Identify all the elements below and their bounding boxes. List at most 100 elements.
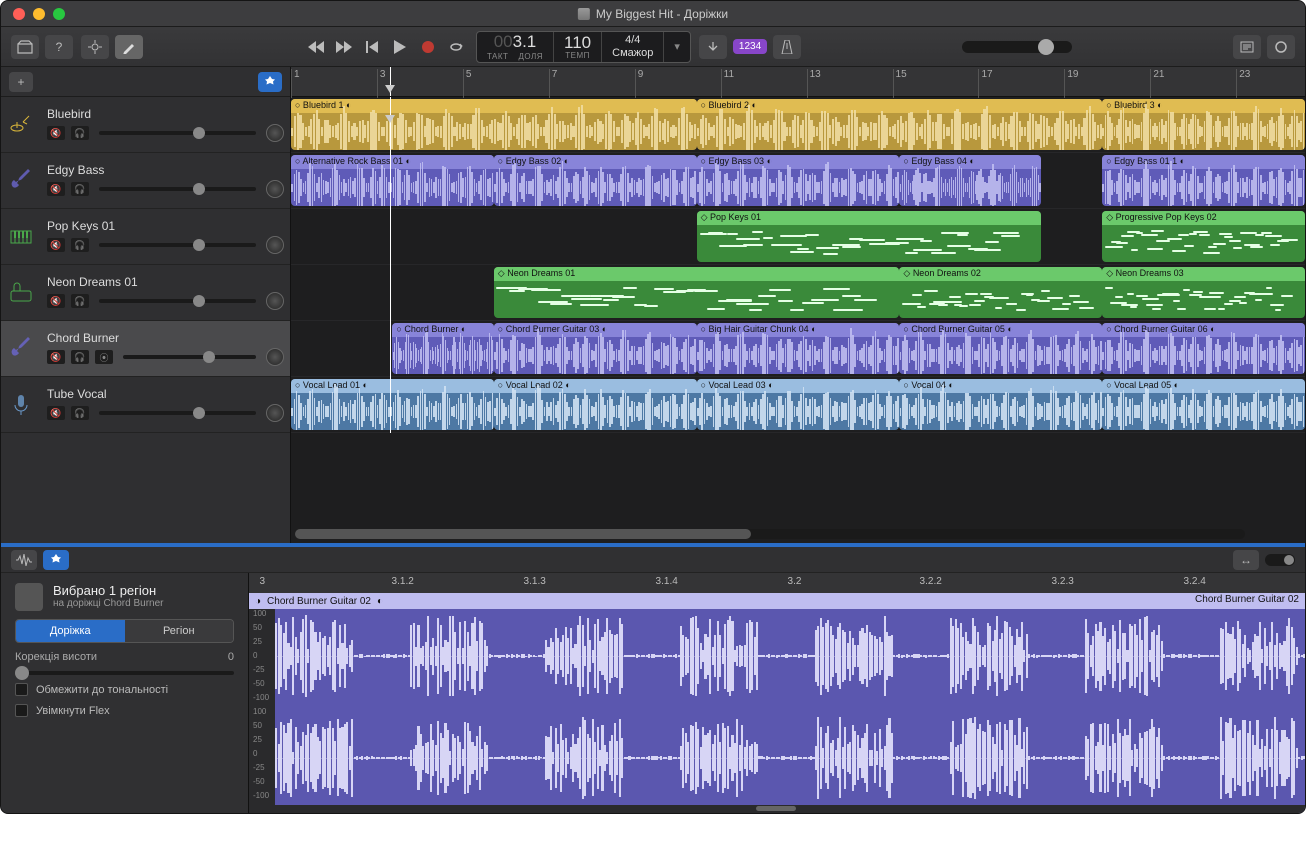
rewind-button[interactable]	[304, 35, 328, 59]
region[interactable]: ○ Big Hair Guitar Chunk 04 ◐	[697, 323, 900, 374]
go-to-start-button[interactable]	[360, 35, 384, 59]
zoom-button[interactable]	[53, 8, 65, 20]
mute-button[interactable]: 🔇	[47, 294, 65, 308]
tab-track[interactable]: Доріжка	[16, 620, 125, 642]
track-header[interactable]: Edgy Bass 🔇 🎧	[1, 153, 290, 209]
region[interactable]: ○ Bluebird 2 ◐	[697, 99, 1103, 150]
edit-mode-button[interactable]	[115, 35, 143, 59]
pan-knob[interactable]	[266, 348, 284, 366]
region[interactable]: ○ Chord Burner Guitar 06 ◐	[1102, 323, 1305, 374]
track-volume-slider[interactable]	[99, 131, 256, 135]
solo-button[interactable]: 🎧	[71, 182, 89, 196]
region[interactable]: ○ Vocal 04 ◐	[899, 379, 1102, 430]
track-volume-slider[interactable]	[123, 355, 256, 359]
arrange-lane[interactable]: ◇ Pop Keys 01 ◇ Progressive Pop Keys 02	[291, 209, 1305, 265]
playhead[interactable]	[390, 67, 391, 96]
mute-button[interactable]: 🔇	[47, 126, 65, 140]
lcd-display[interactable]: 003.1 ТАКТДОЛЯ 110 ТЕМП 4/4 Cмажор ▾	[476, 31, 691, 63]
editor-view-track-button[interactable]	[43, 550, 69, 570]
arrange-lane[interactable]: ○ Vocal Lead 01 ◐○ Vocal Lead 02 ◐○ Voca…	[291, 377, 1305, 433]
region[interactable]: ◇ Pop Keys 01	[697, 211, 1042, 262]
track-header[interactable]: Tube Vocal 🔇 🎧	[1, 377, 290, 433]
region[interactable]: ○ Alternative Rock Bass 01 ◐	[291, 155, 494, 206]
region[interactable]: ◇ Progressive Pop Keys 02	[1102, 211, 1305, 262]
pan-knob[interactable]	[266, 404, 284, 422]
add-track-button[interactable]: +	[9, 72, 33, 92]
pitch-correction-slider[interactable]	[15, 671, 234, 675]
audio-editor[interactable]: 33.1.23.1.33.1.43.23.2.23.2.33.2.4 ◑ Cho…	[249, 573, 1305, 813]
track-header[interactable]: Neon Dreams 01 🔇 🎧	[1, 265, 290, 321]
limit-to-key-checkbox[interactable]: Обмежити до тональності	[15, 683, 234, 696]
region[interactable]: ○ Vocal Lead 05 ◐	[1102, 379, 1305, 430]
track-volume-slider[interactable]	[99, 411, 256, 415]
arrange-area[interactable]: 1357911131517192123 ○ Bluebird 1 ◐○ Blue…	[291, 67, 1305, 543]
arrange-lane[interactable]: ○ Alternative Rock Bass 01 ◐○ Edgy Bass …	[291, 153, 1305, 209]
region[interactable]: ◇ Neon Dreams 03	[1102, 267, 1305, 318]
region[interactable]: ○ Edgy Bass 04 ◐	[899, 155, 1041, 206]
tuner-button[interactable]	[699, 35, 727, 59]
editor-scrollbar[interactable]	[249, 805, 1305, 813]
region[interactable]: ○ Vocal Lead 02 ◐	[494, 379, 697, 430]
editor-zoom-toggle[interactable]	[1265, 554, 1295, 566]
track-header[interactable]: Pop Keys 01 🔇 🎧	[1, 209, 290, 265]
pan-knob[interactable]	[266, 124, 284, 142]
editor-view-audio-button[interactable]	[11, 550, 37, 570]
region[interactable]: ○ Chord Burner ◐	[392, 323, 493, 374]
mute-button[interactable]: 🔇	[47, 350, 65, 364]
master-volume-slider[interactable]	[962, 41, 1072, 53]
solo-button[interactable]: 🎧	[71, 350, 89, 364]
horizontal-scrollbar[interactable]	[295, 529, 1245, 539]
close-button[interactable]	[13, 8, 25, 20]
solo-button[interactable]: 🎧	[71, 294, 89, 308]
loops-filter-button[interactable]	[258, 72, 282, 92]
pan-knob[interactable]	[266, 292, 284, 310]
editor-catch-button[interactable]: ↔	[1233, 550, 1259, 570]
track-header[interactable]: Bluebird 🔇 🎧	[1, 97, 290, 153]
region[interactable]: ○ Edgy Bass 01.1 ◐	[1102, 155, 1305, 206]
tab-region[interactable]: Регіон	[125, 620, 234, 642]
count-in-button[interactable]: 1234	[733, 39, 767, 54]
track-volume-slider[interactable]	[99, 299, 256, 303]
minimize-button[interactable]	[33, 8, 45, 20]
region[interactable]: ○ Bluebird 1 ◐	[291, 99, 697, 150]
playhead-line[interactable]	[390, 97, 391, 433]
solo-button[interactable]: 🎧	[71, 406, 89, 420]
mute-button[interactable]: 🔇	[47, 182, 65, 196]
editor-ruler[interactable]: 33.1.23.1.33.1.43.23.2.23.2.33.2.4	[249, 573, 1305, 593]
region[interactable]: ◇ Neon Dreams 01	[494, 267, 900, 318]
metronome-button[interactable]	[773, 35, 801, 59]
region[interactable]: ○ Vocal Lead 01 ◐	[291, 379, 494, 430]
view-mode-button[interactable]	[81, 35, 109, 59]
track-header[interactable]: Chord Burner 🔇 🎧 ⦿	[1, 321, 290, 377]
region[interactable]: ○ Vocal Lead 03 ◐	[697, 379, 900, 430]
arrange-lane[interactable]: ○ Bluebird 1 ◐○ Bluebird 2 ◐○ Bluebird 3…	[291, 97, 1305, 153]
notepad-button[interactable]	[1233, 35, 1261, 59]
pan-knob[interactable]	[266, 180, 284, 198]
mute-button[interactable]: 🔇	[47, 406, 65, 420]
region[interactable]: ○ Chord Burner Guitar 03 ◐	[494, 323, 697, 374]
region[interactable]: ○ Edgy Bass 02 ◐	[494, 155, 697, 206]
arrange-lane[interactable]: ◇ Neon Dreams 01◇ Neon Dreams 02◇ Neon D…	[291, 265, 1305, 321]
solo-button[interactable]: 🎧	[71, 238, 89, 252]
library-button[interactable]	[11, 35, 39, 59]
arrange-lanes[interactable]: ○ Bluebird 1 ◐○ Bluebird 2 ◐○ Bluebird 3…	[291, 97, 1305, 433]
mute-button[interactable]: 🔇	[47, 238, 65, 252]
loop-browser-button[interactable]	[1267, 35, 1295, 59]
region[interactable]: ○ Edgy Bass 03 ◐	[697, 155, 900, 206]
solo-button[interactable]: 🎧	[71, 126, 89, 140]
arrange-lane[interactable]: ○ Chord Burner ◐○ Chord Burner Guitar 03…	[291, 321, 1305, 377]
enable-flex-checkbox[interactable]: Увімкнути Flex	[15, 704, 234, 717]
forward-button[interactable]	[332, 35, 356, 59]
input-button[interactable]: ⦿	[95, 350, 113, 364]
track-volume-slider[interactable]	[99, 187, 256, 191]
play-button[interactable]	[388, 35, 412, 59]
region[interactable]: ○ Bluebird 3 ◐	[1102, 99, 1305, 150]
region[interactable]: ○ Chord Burner Guitar 05 ◐	[899, 323, 1102, 374]
record-button[interactable]	[416, 35, 440, 59]
cycle-button[interactable]	[444, 35, 468, 59]
quick-help-button[interactable]: ?	[45, 35, 73, 59]
track-volume-slider[interactable]	[99, 243, 256, 247]
timeline-ruler[interactable]: 1357911131517192123	[291, 67, 1305, 97]
pan-knob[interactable]	[266, 236, 284, 254]
region[interactable]: ◇ Neon Dreams 02	[899, 267, 1102, 318]
